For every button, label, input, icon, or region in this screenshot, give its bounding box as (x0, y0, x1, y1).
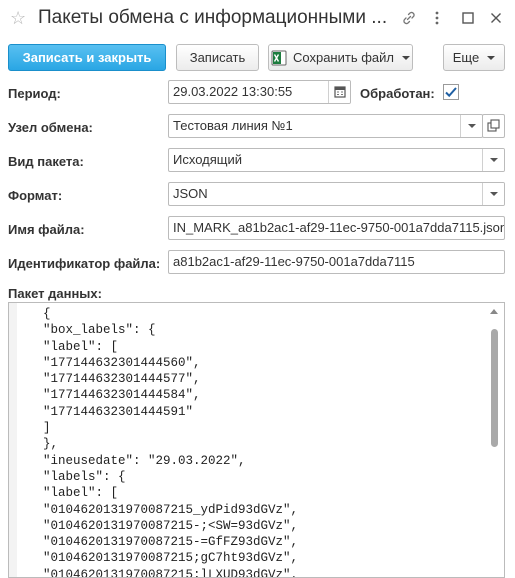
textarea-gutter (9, 303, 17, 577)
code-line: }, (43, 437, 59, 452)
code-line: "0104620131970087215;gC7ht93dGVz", (43, 551, 299, 566)
excel-file-icon (271, 50, 287, 66)
packet-type-dropdown-button[interactable] (482, 149, 504, 171)
checkmark-icon (443, 84, 459, 100)
period-label: Период: (8, 86, 61, 101)
file-id-field[interactable]: a81b2ac1-af29-11ec-9750-001a7dda7115 (168, 250, 505, 274)
save-file-label: Сохранить файл (293, 50, 394, 65)
link-icon[interactable] (400, 10, 418, 28)
code-line: "0104620131970087215;lLXUD93dGVz", (43, 567, 299, 578)
chevron-down-icon (468, 124, 476, 128)
file-id-value: a81b2ac1-af29-11ec-9750-001a7dda7115 (173, 254, 415, 269)
code-line: "label": [ (43, 486, 119, 501)
format-value: JSON (173, 186, 208, 201)
chevron-down-icon (402, 55, 410, 60)
chevron-down-icon (490, 158, 498, 162)
packet-type-select[interactable]: Исходящий (168, 148, 505, 172)
data-packet-label: Пакет данных: (8, 286, 102, 301)
node-select[interactable]: Тестовая линия №1 (168, 114, 483, 138)
packet-type-value: Исходящий (173, 152, 242, 167)
scroll-up-icon[interactable] (490, 309, 498, 314)
format-select[interactable]: JSON (168, 182, 505, 206)
period-field[interactable]: 29.03.2022 13:30:55 (168, 80, 351, 104)
format-dropdown-button[interactable] (482, 183, 504, 205)
window-title: Пакеты обмена с информационными ... (38, 7, 388, 28)
file-name-value: IN_MARK_a81b2ac1-af29-11ec-9750-001a7dda… (173, 220, 505, 235)
scrollbar-thumb[interactable] (491, 329, 498, 447)
processed-checkbox[interactable] (443, 84, 459, 100)
code-line: "177144632301444584", (43, 388, 201, 403)
save-button[interactable]: Записать (176, 44, 259, 71)
chevron-down-icon (490, 192, 498, 196)
minimize-icon[interactable] (459, 10, 477, 28)
processed-label: Обработан: (360, 86, 435, 101)
data-packet-textarea[interactable]: {"box_labels": {"label": ["1771446323014… (8, 302, 505, 578)
file-name-field[interactable]: IN_MARK_a81b2ac1-af29-11ec-9750-001a7dda… (168, 216, 505, 240)
code-line: "177144632301444577", (43, 372, 201, 387)
save-and-close-button[interactable]: Записать и закрыть (8, 44, 166, 71)
save-file-button[interactable]: Сохранить файл (268, 44, 413, 71)
more-label: Еще (452, 50, 480, 65)
title-bar: ☆ Пакеты обмена с информационными ... (0, 0, 515, 40)
code-line: "177144632301444560", (43, 355, 201, 370)
node-label: Узел обмена: (8, 120, 93, 135)
code-line: "177144632301444591" (43, 404, 194, 419)
node-value: Тестовая линия №1 (173, 118, 293, 133)
more-button[interactable]: Еще (443, 44, 505, 71)
code-line: { (43, 307, 51, 321)
save-and-close-label: Записать и закрыть (22, 50, 152, 65)
format-label: Формат: (8, 188, 63, 203)
more-vertical-icon[interactable] (428, 10, 446, 28)
packet-type-label: Вид пакета: (8, 154, 84, 169)
calendar-icon (334, 86, 346, 98)
star-icon[interactable]: ☆ (10, 9, 28, 27)
file-id-label: Идентификатор файла: (8, 256, 161, 271)
save-label: Записать (189, 50, 246, 65)
chevron-down-icon (487, 55, 496, 60)
code-line: "0104620131970087215-;<SW=93dGVz", (43, 518, 299, 533)
code-line: "label": [ (43, 339, 119, 354)
code-line: "labels": { (43, 469, 126, 484)
node-dropdown-button[interactable] (460, 115, 482, 137)
code-line: ] (43, 421, 51, 436)
calendar-button[interactable] (328, 81, 350, 103)
file-name-label: Имя файла: (8, 222, 85, 237)
code-line: "ineusedate": "29.03.2022", (43, 453, 246, 468)
open-item-icon (487, 119, 500, 132)
code-line: "0104620131970087215_ydPid93dGVz", (43, 502, 299, 517)
open-item-button[interactable] (482, 114, 505, 138)
code-line: "box_labels": { (43, 323, 156, 338)
data-packet-content: {"box_labels": {"label": ["1771446323014… (43, 306, 299, 578)
code-line: "0104620131970087215-=GfFZ93dGVz", (43, 535, 299, 550)
period-value: 29.03.2022 13:30:55 (173, 84, 293, 99)
close-icon[interactable] (487, 10, 505, 28)
